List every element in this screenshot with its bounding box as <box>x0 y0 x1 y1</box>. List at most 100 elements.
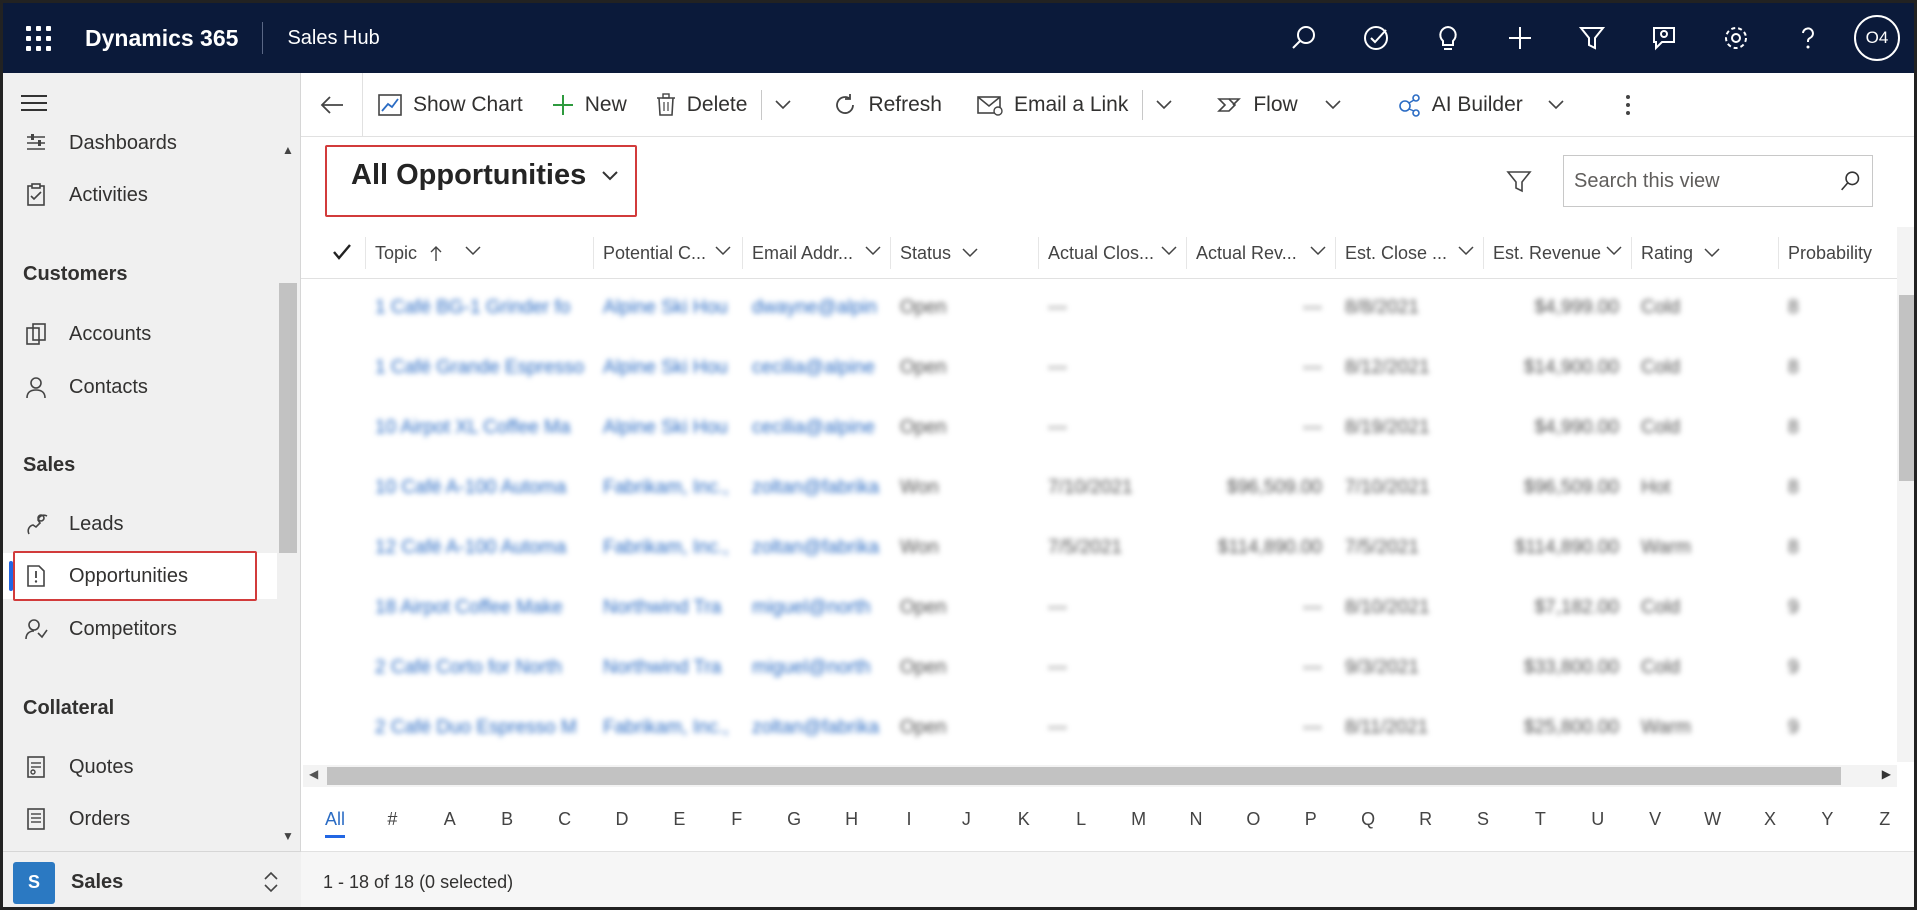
jump-letter[interactable]: V <box>1649 809 1661 830</box>
table-cell[interactable]: Northwind Tra <box>603 597 745 619</box>
search-box[interactable] <box>1563 155 1873 207</box>
sidebar-item-opportunities[interactable]: Opportunities <box>3 553 277 599</box>
sidebar-item-orders[interactable]: Orders <box>3 796 277 842</box>
column-header-email[interactable]: Email Addr... <box>742 237 890 269</box>
column-header-potential-customer[interactable]: Potential C... <box>593 237 740 269</box>
flow-button[interactable]: Flow <box>1203 73 1365 137</box>
table-row[interactable]: 1 Café BG-1 Grinder fo Alpine Ski Hou dway… <box>301 279 1897 339</box>
table-row[interactable]: 10 Airpot XL Coffee Ma Alpine Ski Hou ceci… <box>301 399 1897 459</box>
filter-icon[interactable] <box>1556 3 1628 73</box>
app-name[interactable]: Sales Hub <box>263 27 379 50</box>
sidebar-item-contacts[interactable]: Contacts <box>3 364 277 410</box>
sidebar-item-accounts[interactable]: Accounts <box>3 311 277 357</box>
jump-letter[interactable]: T <box>1535 809 1546 830</box>
table-cell[interactable]: 10 Café A-100 Automa <box>375 477 585 499</box>
scroll-right-icon[interactable]: ▶ <box>1882 767 1891 781</box>
email-link-button[interactable]: Email a Link <box>956 73 1142 137</box>
jump-letter[interactable]: E <box>673 809 685 830</box>
jump-letter[interactable]: Y <box>1821 809 1833 830</box>
jump-letter[interactable]: N <box>1190 809 1203 830</box>
ai-builder-button[interactable]: AI Builder <box>1366 73 1589 137</box>
table-cell[interactable]: dwayne@alpin <box>752 297 892 319</box>
column-header-actual-close[interactable]: Actual Clos... <box>1038 237 1186 269</box>
table-cell[interactable]: Northwind Tra <box>603 657 745 679</box>
table-cell[interactable]: cecilia@alpine <box>752 417 892 439</box>
table-cell[interactable]: 2 Café Corto for North <box>375 657 585 679</box>
new-button[interactable]: New <box>537 73 641 137</box>
jump-letter[interactable]: J <box>962 809 971 830</box>
scroll-left-icon[interactable]: ◀ <box>309 767 318 781</box>
jump-letter[interactable]: K <box>1018 809 1030 830</box>
search-icon[interactable] <box>1268 3 1340 73</box>
back-button[interactable] <box>301 72 363 137</box>
show-chart-button[interactable]: Show Chart <box>363 73 537 137</box>
select-all-checkbox[interactable] <box>331 241 353 268</box>
jump-letter[interactable]: I <box>906 809 911 830</box>
table-cell[interactable]: miguel@north <box>752 597 892 619</box>
delete-button[interactable]: Delete <box>641 73 762 137</box>
lightbulb-icon[interactable] <box>1412 3 1484 73</box>
view-selector[interactable]: All Opportunities <box>351 159 620 192</box>
jump-all[interactable]: All <box>325 809 345 830</box>
column-header-est-close[interactable]: Est. Close ... <box>1335 237 1483 269</box>
table-cell[interactable]: Fabrikam, Inc., <box>603 477 745 499</box>
task-icon[interactable] <box>1340 3 1412 73</box>
table-cell[interactable]: 12 Café A-100 Automa <box>375 537 585 559</box>
jump-letter[interactable]: W <box>1704 809 1721 830</box>
jump-letter[interactable]: B <box>501 809 513 830</box>
table-row[interactable]: 1 Café Grande Espresso Alpine Ski Hou ceci… <box>301 339 1897 399</box>
sidebar-item-dashboards[interactable]: Dashboards <box>3 120 277 166</box>
area-switcher[interactable]: S Sales <box>3 851 301 907</box>
user-avatar[interactable]: O4 <box>1854 15 1900 61</box>
gear-icon[interactable] <box>1700 3 1772 73</box>
jump-letter[interactable]: C <box>558 809 571 830</box>
table-row[interactable]: 12 Café A-100 Automa Fabrikam, Inc., zolta… <box>301 519 1897 579</box>
sidebar-scroll-thumb[interactable] <box>279 283 297 553</box>
table-cell[interactable]: cecilia@alpine <box>752 357 892 379</box>
table-cell[interactable]: zoltan@fabrika <box>752 717 892 739</box>
table-cell[interactable]: zoltan@fabrika <box>752 537 892 559</box>
jump-letter[interactable]: H <box>845 809 858 830</box>
help-icon[interactable] <box>1772 3 1844 73</box>
jump-letter[interactable]: P <box>1305 809 1317 830</box>
table-row[interactable]: 2 Café Corto for North Northwind Tra migue… <box>301 639 1897 699</box>
jump-letter[interactable]: F <box>731 809 742 830</box>
jump-letter[interactable]: Q <box>1361 809 1375 830</box>
jump-letter[interactable]: # <box>387 809 397 830</box>
sidebar-item-leads[interactable]: Leads <box>3 501 277 547</box>
assist-icon[interactable] <box>1628 3 1700 73</box>
table-cell[interactable]: Fabrikam, Inc., <box>603 717 745 739</box>
jump-letter[interactable]: X <box>1764 809 1776 830</box>
grid-horizontal-scroll-thumb[interactable] <box>327 767 1841 785</box>
app-launcher-button[interactable] <box>3 3 73 73</box>
filter-icon[interactable] <box>1505 167 1533 200</box>
jump-letter[interactable]: A <box>444 809 456 830</box>
sidebar-item-quotes[interactable]: Quotes <box>3 744 277 790</box>
table-cell[interactable]: 2 Café Duo Espresso M <box>375 717 585 739</box>
column-header-est-revenue[interactable]: Est. Revenue <box>1483 237 1631 269</box>
table-cell[interactable]: Alpine Ski Hou <box>603 417 745 439</box>
jump-letter[interactable]: O <box>1246 809 1260 830</box>
hamburger-icon[interactable] <box>21 95 47 116</box>
scroll-down-icon[interactable]: ▼ <box>282 829 294 843</box>
table-row[interactable]: 10 Café A-100 Automa Fabrikam, Inc., zolta… <box>301 459 1897 519</box>
jump-letter[interactable]: S <box>1477 809 1489 830</box>
chevron-updown-icon[interactable] <box>261 870 281 899</box>
column-header-actual-revenue[interactable]: Actual Rev... <box>1186 237 1335 269</box>
table-cell[interactable]: 1 Café Grande Espresso <box>375 357 585 379</box>
jump-letter[interactable]: U <box>1591 809 1604 830</box>
table-cell[interactable]: 18 Airpot Coffee Make <box>375 597 585 619</box>
jump-letter[interactable]: M <box>1131 809 1146 830</box>
refresh-button[interactable]: Refresh <box>804 73 956 137</box>
table-cell[interactable]: zoltan@fabrika <box>752 477 892 499</box>
more-commands-dropdown-2[interactable] <box>1143 73 1203 137</box>
jump-letter[interactable]: G <box>787 809 801 830</box>
column-header-topic[interactable]: Topic <box>365 237 582 269</box>
sidebar-item-activities[interactable]: Activities <box>3 172 277 218</box>
jump-letter[interactable]: Z <box>1879 809 1890 830</box>
more-options-button[interactable] <box>1589 73 1655 137</box>
scroll-up-icon[interactable]: ▲ <box>282 143 294 157</box>
table-cell[interactable]: miguel@north <box>752 657 892 679</box>
table-cell[interactable]: 1 Café BG-1 Grinder fo <box>375 297 585 319</box>
table-cell[interactable]: Alpine Ski Hou <box>603 357 745 379</box>
